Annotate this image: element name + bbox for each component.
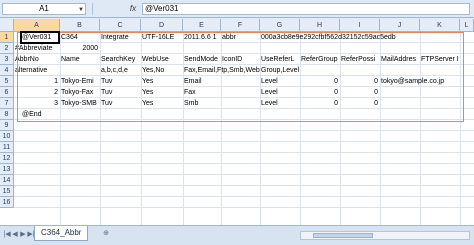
select-all-corner[interactable] — [0, 19, 14, 32]
column-header-c[interactable]: C — [100, 19, 141, 32]
gridline — [14, 152, 474, 153]
row-header-14[interactable]: 14 — [0, 175, 14, 186]
chevron-down-icon[interactable]: ▼ — [78, 5, 84, 15]
spreadsheet-grid[interactable]: A B C D E F G H I J K L 1 2 3 4 5 6 7 8 … — [0, 19, 474, 225]
column-header-g[interactable]: G — [260, 19, 300, 32]
row-header-8[interactable]: 8 — [0, 109, 14, 120]
column-header-d[interactable]: D — [141, 19, 183, 32]
gridline — [14, 185, 474, 186]
formula-input[interactable]: @Ver031 — [142, 3, 470, 15]
name-box[interactable]: A1 ▼ — [2, 3, 86, 15]
column-header-j[interactable]: J — [380, 19, 420, 32]
column-header-e[interactable]: E — [183, 19, 221, 32]
sheet-tab-active[interactable]: C364_Abbr — [34, 226, 89, 241]
gridline — [14, 130, 474, 131]
row-header-1[interactable]: 1 — [0, 32, 14, 43]
insert-function-button[interactable]: fx — [126, 2, 140, 16]
row-header-4[interactable]: 4 — [0, 65, 14, 76]
highlight-frame — [17, 32, 464, 122]
row-header-2[interactable]: 2 — [0, 43, 14, 54]
column-header-k[interactable]: K — [420, 19, 460, 32]
scrollbar-thumb[interactable] — [313, 233, 373, 238]
row-header-12[interactable]: 12 — [0, 153, 14, 164]
gridline — [14, 174, 474, 175]
gridline — [14, 207, 474, 208]
toolbar-separator — [92, 3, 93, 15]
row-header-13[interactable]: 13 — [0, 164, 14, 175]
gridline — [14, 196, 474, 197]
row-header-9[interactable]: 9 — [0, 120, 14, 131]
column-header-f[interactable]: F — [221, 19, 260, 32]
row-header-7[interactable]: 7 — [0, 98, 14, 109]
row-header-3[interactable]: 3 — [0, 54, 14, 65]
row-header-6[interactable]: 6 — [0, 87, 14, 98]
row-header-15[interactable]: 15 — [0, 186, 14, 197]
row-header-16[interactable]: 16 — [0, 197, 14, 208]
horizontal-scrollbar[interactable] — [300, 231, 470, 240]
column-header-b[interactable]: B — [60, 19, 100, 32]
gridline — [14, 163, 474, 164]
sheet-tab-bar: |◀ ◀ ▶ ▶| C364_Abbr ⊕ — [0, 225, 474, 245]
column-header-l[interactable]: L — [460, 19, 474, 32]
new-sheet-icon[interactable]: ⊕ — [98, 228, 114, 240]
active-cell-cursor — [20, 31, 60, 44]
column-header-i[interactable]: I — [340, 19, 380, 32]
row-header-11[interactable]: 11 — [0, 142, 14, 153]
row-header-10[interactable]: 10 — [0, 131, 14, 142]
gridline — [14, 141, 474, 142]
column-header-h[interactable]: H — [300, 19, 340, 32]
formula-bar: A1 ▼ fx @Ver031 — [0, 0, 474, 18]
name-box-value: A1 — [39, 4, 49, 13]
row-header-5[interactable]: 5 — [0, 76, 14, 87]
